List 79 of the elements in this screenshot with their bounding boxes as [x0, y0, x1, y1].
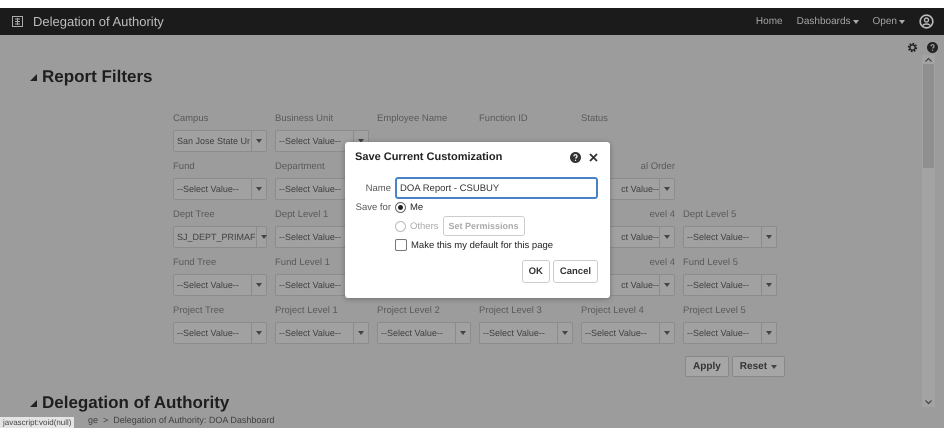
grid-icon[interactable] — [12, 16, 23, 27]
filter-label: Dept Level 1 — [275, 209, 330, 222]
caret-icon — [256, 283, 262, 287]
filter-label: Fund Level 1 — [275, 257, 331, 270]
filter-label: Dept Tree — [173, 209, 216, 222]
settings-icon[interactable] — [907, 42, 918, 53]
filter-action-button[interactable]: Apply — [685, 356, 729, 377]
help-icon[interactable] — [927, 42, 938, 53]
dialog-title: Save Current Customization — [355, 151, 504, 163]
filter-action-button[interactable]: Reset — [732, 356, 786, 377]
filter-select[interactable]: --Select Value-- — [275, 322, 369, 344]
filter-select[interactable]: --Select Value-- — [377, 322, 471, 344]
caret-icon — [664, 283, 670, 287]
nav-link[interactable]: Open — [872, 16, 905, 27]
user-icon[interactable] — [919, 14, 934, 29]
help-icon[interactable] — [570, 152, 581, 162]
filter-label: Project Tree — [173, 305, 226, 318]
filter-label: Project Level 4 — [581, 305, 645, 318]
filter-label: Fund — [173, 161, 196, 174]
filter-select[interactable]: San Jose State Ur — [173, 130, 267, 152]
filter-label: Employee Name — [377, 113, 448, 126]
caret-icon — [256, 187, 262, 191]
caret-icon — [562, 331, 568, 335]
scrollbar[interactable] — [922, 55, 934, 407]
scroll-up-icon[interactable] — [924, 57, 932, 62]
filter-label: Status — [581, 113, 609, 126]
name-field[interactable]: DOA Report - CSUBUY — [395, 177, 598, 199]
filter-label: Dept Level 5 — [683, 209, 738, 222]
filter-label: Project Level 3 — [479, 305, 543, 318]
filter-label: Project Level 2 — [377, 305, 441, 318]
caret-icon — [664, 187, 670, 191]
filter-select[interactable]: --Select Value-- — [479, 322, 573, 344]
caret-icon — [256, 139, 262, 143]
filter-label: evel 4 — [648, 209, 675, 222]
filter-select[interactable]: SJ_DEPT_PRIMAF — [173, 226, 267, 248]
app-title: Delegation of Authority — [33, 14, 165, 29]
filter-label: al Order — [640, 161, 675, 174]
caret-icon — [766, 235, 772, 239]
filter-select[interactable]: --Select Value-- — [173, 322, 267, 344]
caret-icon — [664, 331, 670, 335]
caret-icon — [664, 235, 670, 239]
filter-label: Project Level 5 — [683, 305, 747, 318]
filter-select[interactable]: --Select Value-- — [173, 274, 267, 296]
caret-icon — [766, 331, 772, 335]
radio-option[interactable]: Me — [395, 202, 424, 213]
scroll-down-icon[interactable] — [924, 400, 932, 405]
collapse-triangle-icon[interactable] — [30, 400, 37, 406]
save-for-label: Save for — [355, 202, 391, 213]
caret-icon — [256, 331, 262, 335]
filter-select[interactable]: --Select Value-- — [683, 226, 777, 248]
caret-icon — [358, 331, 364, 335]
caret-icon — [460, 331, 466, 335]
filter-label: Campus — [173, 113, 210, 126]
filter-label: Fund Level 5 — [683, 257, 739, 270]
collapse-triangle-icon[interactable] — [30, 74, 37, 80]
filter-label: Business Unit — [275, 113, 334, 126]
section-heading[interactable]: Report Filters — [30, 67, 916, 87]
filter-label: Function ID — [479, 113, 529, 126]
default-checkbox[interactable]: Make this my default for this page — [395, 239, 554, 251]
nav-link[interactable]: Home — [756, 16, 783, 27]
caret-icon — [260, 235, 267, 239]
breadcrumb-item[interactable]: ge — [88, 415, 98, 425]
breadcrumb-item[interactable]: Delegation of Authority: DOA Dashboard — [113, 415, 274, 425]
close-icon[interactable] — [589, 152, 598, 162]
filter-select[interactable]: --Select Value-- — [173, 178, 267, 200]
caret-icon — [766, 283, 772, 287]
nav-link[interactable]: Dashboards — [796, 16, 859, 27]
filter-select[interactable]: --Select Value-- — [683, 274, 777, 296]
status-tooltip: javascript:void(null) — [0, 417, 74, 428]
filter-select[interactable]: --Select Value-- — [683, 322, 777, 344]
section-heading[interactable]: Delegation of Authority — [30, 393, 916, 413]
filter-label: Fund Tree — [173, 257, 218, 270]
dialog-button[interactable]: Cancel — [552, 260, 598, 283]
dialog-button[interactable]: OK — [522, 260, 550, 283]
filter-select[interactable]: --Select Value-- — [581, 322, 675, 344]
filter-label: Department — [275, 161, 326, 174]
breadcrumb-separator: > — [103, 415, 108, 425]
filter-label: evel 4 — [648, 257, 675, 270]
filter-label: Project Level 1 — [275, 305, 339, 318]
